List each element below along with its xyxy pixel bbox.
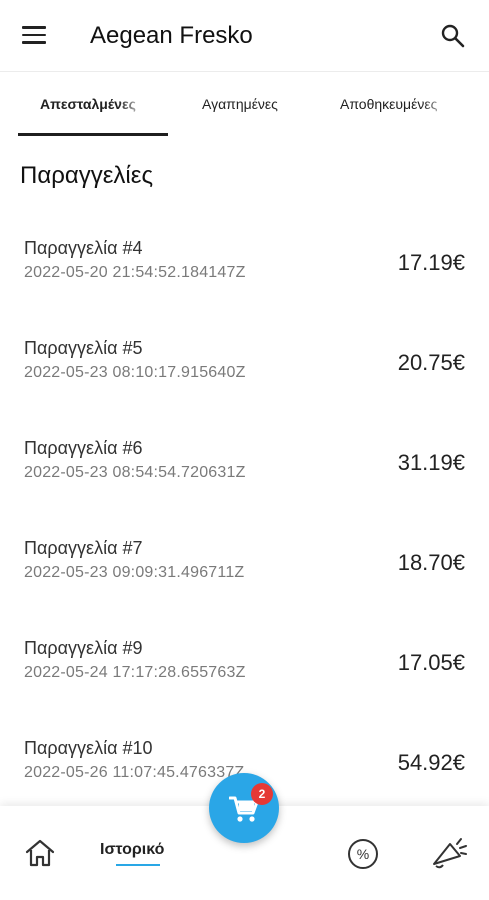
order-date: 2022-05-24 17:17:28.655763Z — [24, 664, 246, 681]
order-name: Παραγγελία #7 — [24, 538, 143, 558]
tab-fade — [422, 96, 452, 112]
menu-icon[interactable] — [22, 26, 46, 46]
order-date: 2022-05-20 21:54:52.184147Z — [24, 264, 246, 281]
nav-active-indicator — [116, 864, 160, 866]
cart-button[interactable]: 2 — [209, 773, 279, 843]
order-price: 20.75€ — [397, 350, 465, 375]
order-price: 31.19€ — [397, 450, 465, 475]
list-item[interactable]: Παραγγελία #9 2022-05-24 17:17:28.655763… — [0, 622, 489, 722]
order-name: Παραγγελία #6 — [24, 438, 143, 458]
order-name: Παραγγελία #10 — [24, 738, 153, 758]
list-item[interactable]: Παραγγελία #5 2022-05-23 08:10:17.915640… — [0, 322, 489, 422]
order-name: Παραγγελία #9 — [24, 638, 143, 658]
app-title: Aegean Fresko — [90, 22, 253, 49]
order-date: 2022-05-26 11:07:45.476337Z — [24, 764, 245, 781]
active-tab-indicator — [18, 133, 168, 136]
order-price: 17.19€ — [397, 250, 465, 275]
order-date: 2022-05-23 08:10:17.915640Z — [24, 364, 246, 381]
order-price: 54.92€ — [397, 750, 465, 775]
tab-favorites-label: Αγαπημένες — [202, 96, 278, 112]
list-item[interactable]: Παραγγελία #7 2022-05-23 09:09:31.496711… — [0, 522, 489, 622]
home-icon[interactable] — [24, 838, 56, 873]
order-name: Παραγγελία #4 — [24, 238, 143, 258]
cart-badge: 2 — [251, 783, 273, 805]
order-date: 2022-05-23 09:09:31.496711Z — [24, 564, 245, 581]
svg-text:%: % — [357, 846, 369, 862]
order-name: Παραγγελία #5 — [24, 338, 143, 358]
percent-icon[interactable]: % — [347, 838, 379, 875]
search-icon[interactable] — [440, 23, 466, 49]
tab-sent[interactable]: Απεσταλμένες — [40, 96, 148, 112]
list-item[interactable]: Παραγγελία #4 2022-05-20 21:54:52.184147… — [0, 222, 489, 322]
tab-bar: Απεσταλμένες Αγαπημένες Αποθηκευμένες — [0, 72, 489, 138]
nav-history-label[interactable]: Ιστορικό — [100, 841, 164, 859]
megaphone-icon[interactable] — [430, 836, 468, 875]
page-title: Παραγγελίες — [20, 162, 154, 189]
tab-favorites[interactable]: Αγαπημένες — [202, 96, 302, 112]
order-price: 17.05€ — [397, 650, 465, 675]
list-item[interactable]: Παραγγελία #6 2022-05-23 08:54:54.720631… — [0, 422, 489, 522]
order-date: 2022-05-23 08:54:54.720631Z — [24, 464, 246, 481]
app-bar: Aegean Fresko — [0, 0, 489, 72]
tab-saved[interactable]: Αποθηκευμένες — [340, 96, 452, 112]
order-price: 18.70€ — [397, 550, 465, 575]
tab-fade — [118, 96, 148, 112]
